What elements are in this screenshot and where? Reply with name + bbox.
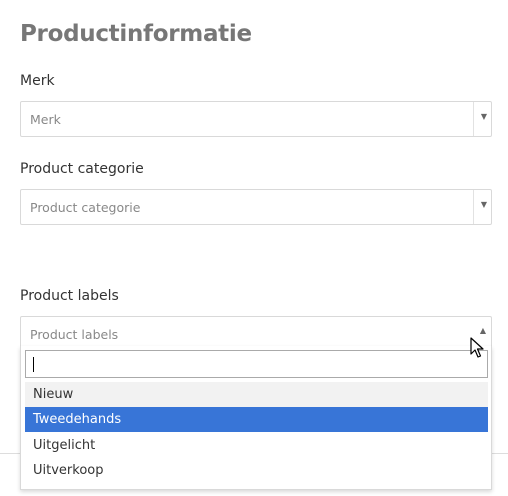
dropdown-option-uitverkoop[interactable]: Uitverkoop [25, 458, 488, 483]
divider [0, 453, 20, 454]
divider [473, 102, 474, 136]
brand-placeholder: Merk [30, 112, 61, 127]
text-caret [33, 357, 34, 372]
product-information-form: Productinformatie Merk Merk ▼ Product ca… [0, 0, 508, 496]
chevron-down-icon[interactable]: ▼ [481, 113, 487, 121]
divider [492, 453, 508, 454]
chevron-down-icon[interactable]: ▼ [481, 201, 487, 209]
category-label: Product categorie [20, 161, 144, 177]
labels-placeholder: Product labels [30, 327, 119, 342]
dropdown-search-input[interactable] [25, 350, 488, 378]
page-title: Productinformatie [20, 21, 252, 47]
dropdown-option-uitgelicht[interactable]: Uitgelicht [25, 433, 488, 458]
dropdown-option-nieuw[interactable]: Nieuw [25, 382, 488, 407]
category-placeholder: Product categorie [30, 200, 141, 215]
mouse-cursor-icon [470, 337, 484, 358]
brand-label: Merk [20, 73, 55, 89]
brand-select[interactable]: Merk ▼ [20, 101, 492, 137]
divider [473, 190, 474, 224]
labels-dropdown-menu: Nieuw Tweedehands Uitgelicht Uitverkoop [20, 346, 492, 490]
chevron-up-icon[interactable]: ▲ [480, 327, 486, 335]
dropdown-option-tweedehands[interactable]: Tweedehands [25, 407, 488, 432]
category-select[interactable]: Product categorie ▼ [20, 189, 492, 225]
labels-label: Product labels [20, 288, 119, 304]
